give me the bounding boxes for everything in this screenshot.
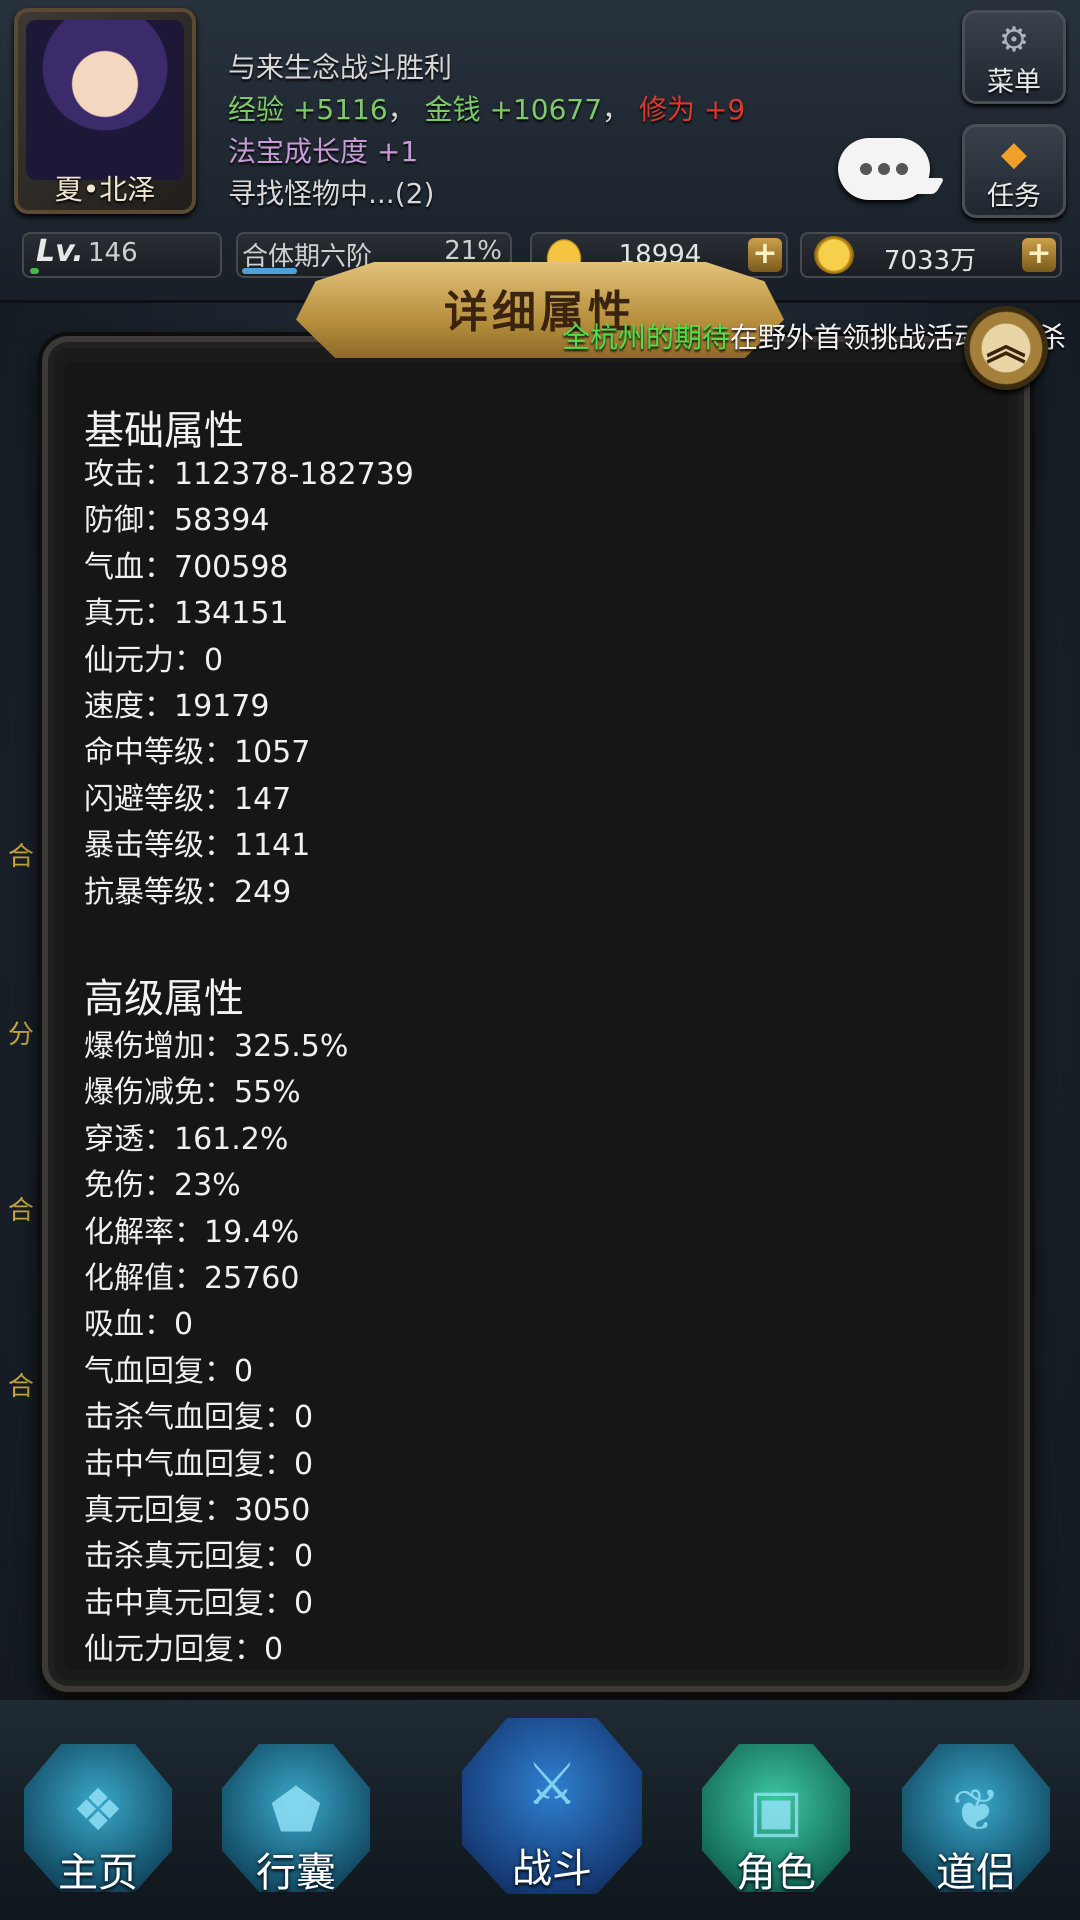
basic-stat-row: 真元：134151 [84, 596, 289, 632]
treasure-growth-line: 法宝成长度 +1 [228, 135, 419, 168]
partner-icon: ❦ [951, 1776, 1001, 1844]
nav-label: 道侣 [936, 1850, 1016, 1896]
dot [860, 163, 872, 175]
avatar-portrait [26, 20, 184, 180]
basic-attributes-title: 基础属性 [84, 408, 244, 454]
nav-label: 行囊 [256, 1850, 336, 1896]
nav-role-button[interactable]: ▣ 角色 [688, 1744, 864, 1920]
advanced-stat-row: 击中真元回复：0 [84, 1585, 314, 1621]
swords-icon: ⚔ [526, 1750, 578, 1818]
reward-log-line: 经验 +5116， 金钱 +10677， 修为 +9 [228, 88, 745, 128]
advanced-stat-row: 化解值：25760 [84, 1260, 300, 1296]
advanced-stat-row: 吸血：0 [84, 1307, 194, 1343]
gold-coin-icon [814, 236, 854, 274]
chat-bubble-icon[interactable] [838, 138, 930, 200]
add-gold-button[interactable]: + [1022, 238, 1056, 272]
advanced-stat-row: 化解率：19.4% [84, 1214, 300, 1250]
advanced-stat-row: 气血回复：0 [84, 1353, 254, 1389]
cultivation-value: +9 [703, 93, 746, 126]
background-tag: 合 [8, 1372, 35, 1402]
basic-stat-row: 暴击等级：1141 [84, 828, 311, 864]
task-button[interactable]: ◆ 任务 [962, 124, 1066, 218]
cultivation-label: 修为 [638, 93, 695, 126]
separator: ， [387, 93, 416, 126]
basic-stat-row: 仙元力：0 [84, 642, 224, 678]
money-label: 金钱 [424, 93, 481, 126]
money-value: +10677 [489, 93, 603, 126]
nav-battle-button[interactable]: ⚔ 战斗 [452, 1718, 652, 1920]
advanced-attributes-list: 爆伤增加：325.5% 爆伤减免：55% 穿透：161.2% 免伤：23% 化解率：19… [84, 1024, 348, 1673]
character-name: 夏•北泽 [54, 173, 156, 206]
home-icon: ❖ [72, 1776, 124, 1844]
searching-status-line: 寻找怪物中...(2) [228, 177, 435, 210]
basic-attributes-list: 攻击：112378-182739 防御：58394 气血：700598 真元：1341… [84, 452, 414, 916]
menu-button[interactable]: ⚙ 菜单 [962, 10, 1066, 104]
advanced-attributes-title: 高级属性 [84, 976, 244, 1022]
level-bar: Lv. 146 [22, 232, 222, 278]
add-ingot-button[interactable]: + [748, 238, 782, 272]
character-avatar[interactable]: 夏•北泽 [14, 8, 196, 214]
level-value: 146 [88, 238, 138, 268]
basic-stat-row: 命中等级：1057 [84, 735, 311, 771]
bottom-navigation: ❖ 主页 ⬟ 行囊 ⚔ 战斗 ▣ 角色 ❦ 道侣 [0, 1700, 1080, 1920]
role-icon: ▣ [748, 1776, 804, 1844]
basic-stat-row: 抗暴等级：249 [84, 874, 292, 910]
exp-label: 经验 [228, 93, 285, 126]
advanced-stat-row: 击杀真元回复：0 [84, 1539, 314, 1575]
menu-label: 菜单 [987, 67, 1041, 98]
close-panel-button[interactable]: ︽ [964, 306, 1048, 390]
marquee-highlight: 全杭州的期待 [562, 321, 731, 354]
chevron-up-icon: ︽ [986, 323, 1026, 369]
separator: ， [602, 93, 631, 126]
diamond-icon: ◆ [1000, 134, 1028, 174]
gold-currency-bar: 7033万 + [800, 232, 1062, 278]
bag-icon: ⬟ [270, 1776, 322, 1844]
advanced-stat-row: 仙元力回复：0 [84, 1632, 284, 1668]
nav-bag-button[interactable]: ⬟ 行囊 [208, 1744, 384, 1920]
advanced-stat-row: 爆伤减免：55% [84, 1075, 301, 1111]
top-header: 夏•北泽 与来生念战斗胜利 经验 +5116， 金钱 +10677， 修为 +9… [0, 0, 1080, 303]
nav-label: 主页 [58, 1850, 138, 1896]
basic-stat-row: 速度：19179 [84, 688, 270, 724]
task-label: 任务 [987, 181, 1041, 212]
exp-value: +5116 [292, 93, 388, 126]
level-label: Lv. [36, 234, 84, 269]
basic-stat-row: 防御：58394 [84, 503, 270, 539]
realm-percent: 21% [444, 236, 502, 266]
gear-icon: ⚙ [998, 20, 1030, 60]
basic-stat-row: 气血：700598 [84, 549, 289, 585]
dot [896, 163, 908, 175]
dot [878, 163, 890, 175]
background-tag: 合 [8, 842, 35, 872]
nav-partner-button[interactable]: ❦ 道侣 [888, 1744, 1064, 1920]
realm-progress-fill [242, 268, 297, 274]
advanced-stat-row: 爆伤增加：325.5% [84, 1029, 349, 1064]
advanced-stat-row: 击中气血回复：0 [84, 1446, 314, 1482]
advanced-stat-row: 真元回复：3050 [84, 1492, 311, 1528]
battle-log-line: 与来生念战斗胜利 [228, 51, 453, 84]
basic-stat-row: 攻击：112378-182739 [84, 457, 414, 492]
nav-label: 战斗 [512, 1846, 592, 1892]
gold-value: 7033万 [883, 246, 977, 276]
basic-stat-row: 闪避等级：147 [84, 781, 292, 817]
advanced-stat-row: 免伤：23% [84, 1168, 241, 1204]
nav-home-button[interactable]: ❖ 主页 [10, 1744, 186, 1920]
advanced-stat-row: 穿透：161.2% [84, 1121, 289, 1157]
level-progress-fill [30, 268, 39, 274]
nav-label: 角色 [736, 1850, 816, 1896]
background-tag: 合 [8, 1196, 35, 1226]
advanced-stat-row: 击杀气血回复：0 [84, 1400, 314, 1436]
background-tag: 分 [8, 1020, 35, 1050]
